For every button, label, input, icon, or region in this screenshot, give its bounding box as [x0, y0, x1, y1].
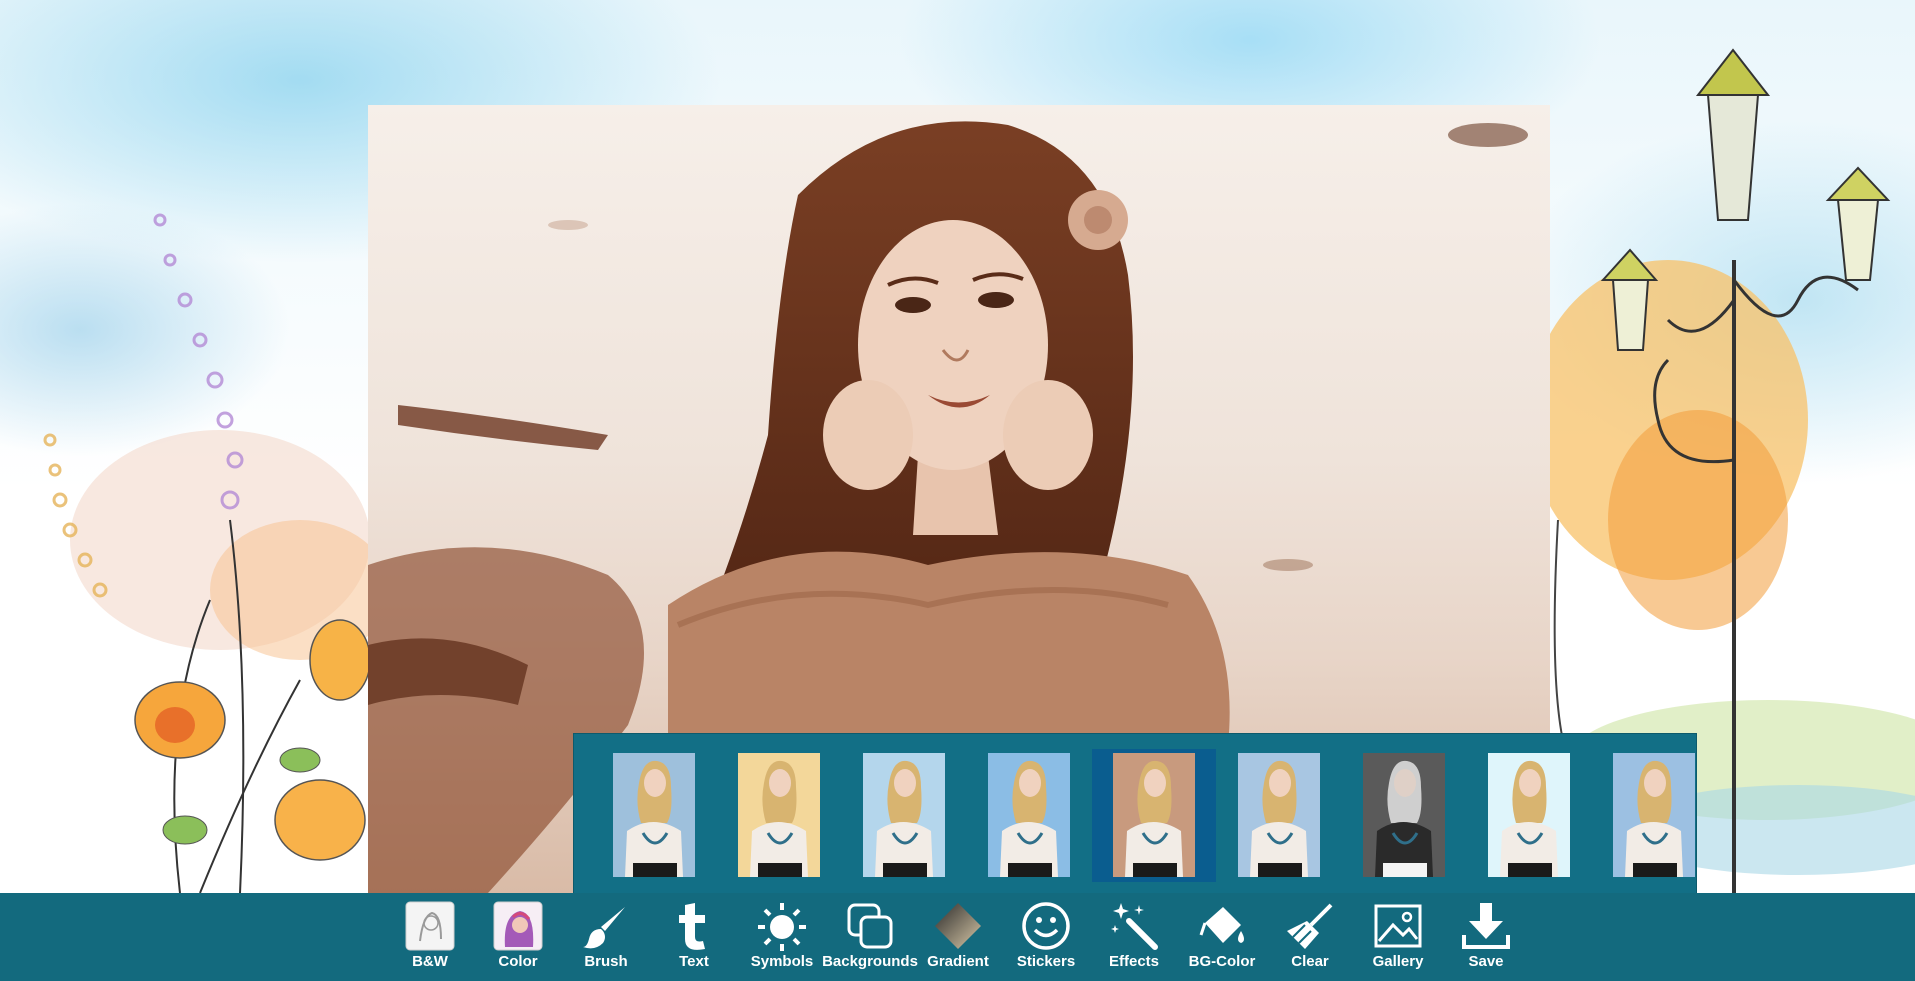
- filter-strip: [573, 733, 1697, 896]
- effects-button[interactable]: Effects: [1090, 893, 1178, 981]
- filter-thumbnail[interactable]: [863, 753, 945, 877]
- filter-thumbnail[interactable]: [1113, 753, 1195, 877]
- brush-button[interactable]: Brush: [562, 893, 650, 981]
- bottom-toolbar: B&W Color Brush Text Symbols Backgrounds: [0, 893, 1915, 981]
- text-icon: [669, 901, 719, 951]
- filter-thumbnail[interactable]: [1613, 753, 1695, 877]
- brush-icon: [581, 901, 631, 951]
- bw-button[interactable]: B&W: [386, 893, 474, 981]
- clear-button[interactable]: Clear: [1266, 893, 1354, 981]
- filter-thumbnail[interactable]: [613, 753, 695, 877]
- gradient-icon: [933, 901, 983, 951]
- gallery-button[interactable]: Gallery: [1354, 893, 1442, 981]
- symbols-button[interactable]: Symbols: [738, 893, 826, 981]
- filter-thumbnail[interactable]: [1363, 753, 1445, 877]
- filter-thumbnail[interactable]: [1488, 753, 1570, 877]
- magic-wand-icon: [1109, 901, 1159, 951]
- color-button[interactable]: Color: [474, 893, 562, 981]
- paint-bucket-icon: [1197, 901, 1247, 951]
- save-label: Save: [1468, 953, 1504, 970]
- filter-thumbnail[interactable]: [1238, 753, 1320, 877]
- text-button[interactable]: Text: [650, 893, 738, 981]
- broom-icon: [1285, 901, 1335, 951]
- save-button[interactable]: Save: [1442, 893, 1530, 981]
- filter-thumbnail[interactable]: [738, 753, 820, 877]
- bw-thumbnail-icon: [405, 901, 455, 951]
- sun-icon: [757, 901, 807, 951]
- stickers-button[interactable]: Stickers: [1002, 893, 1090, 981]
- image-icon: [1373, 901, 1423, 951]
- layers-icon: [845, 901, 895, 951]
- smiley-icon: [1021, 901, 1071, 951]
- gradient-button[interactable]: Gradient: [914, 893, 1002, 981]
- filter-thumbnail[interactable]: [988, 753, 1070, 877]
- bgcolor-button[interactable]: BG-Color: [1178, 893, 1266, 981]
- download-icon: [1461, 901, 1511, 951]
- flowers-illustration: [43, 213, 370, 893]
- color-thumbnail-icon: [493, 901, 543, 951]
- backgrounds-button[interactable]: Backgrounds: [822, 893, 918, 981]
